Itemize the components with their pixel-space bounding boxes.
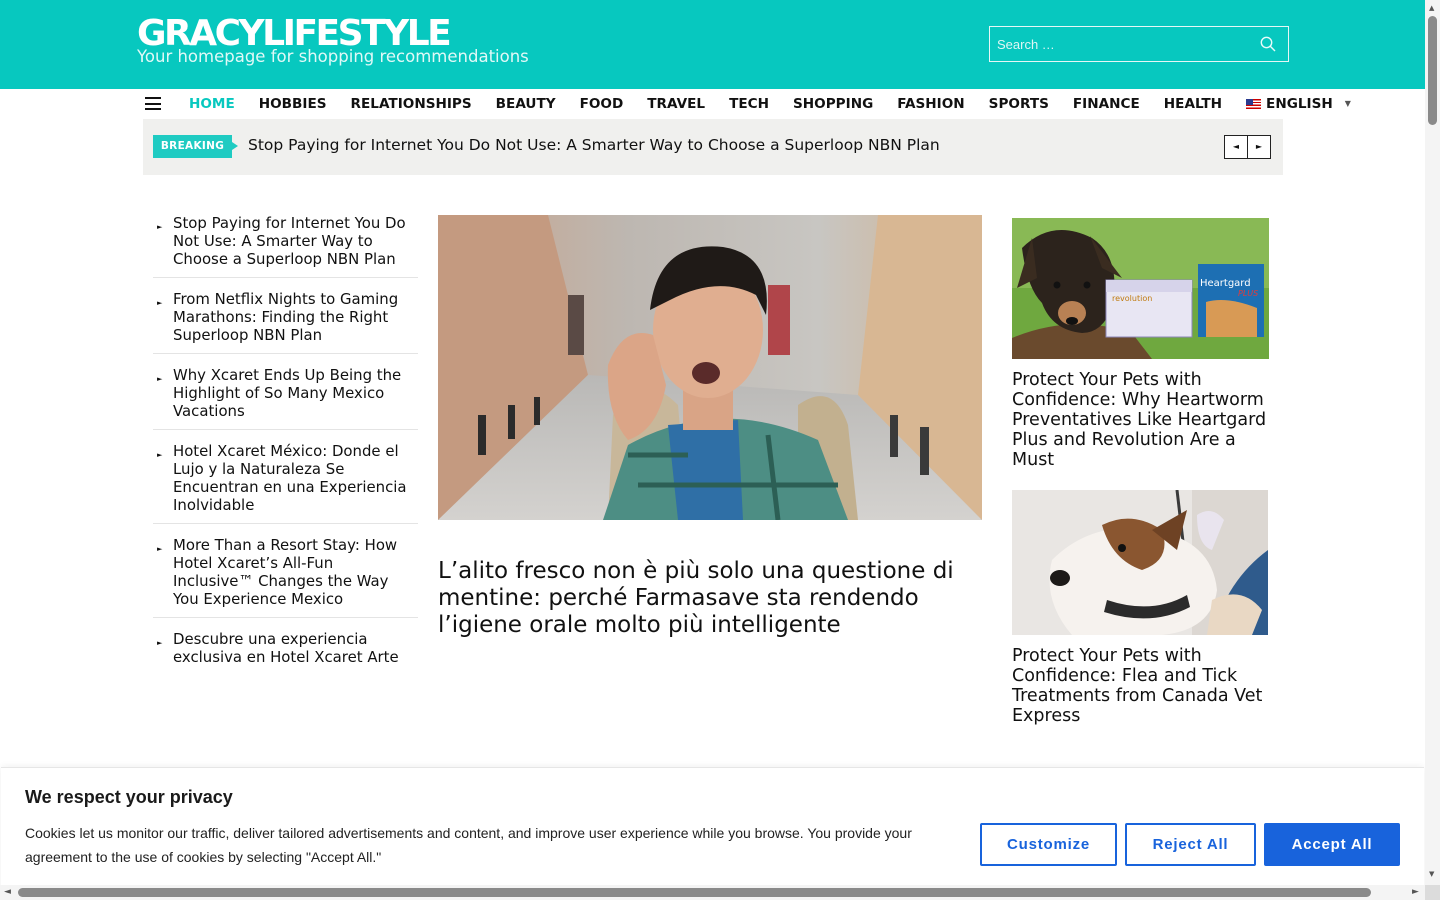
scroll-right-icon[interactable]: ► xyxy=(1412,887,1419,897)
arrow-right-icon: ► xyxy=(157,299,163,307)
cookie-text: Cookies let us monitor our traffic, deli… xyxy=(25,825,912,865)
nav-items: HOME HOBBIES RELATIONSHIPS BEAUTY FOOD T… xyxy=(189,89,1375,119)
list-item-title[interactable]: Stop Paying for Internet You Do Not Use:… xyxy=(173,214,406,268)
arrow-right-icon: ► xyxy=(157,451,163,459)
breaking-headline[interactable]: Stop Paying for Internet You Do Not Use:… xyxy=(248,136,940,154)
customize-button[interactable]: Customize xyxy=(980,823,1117,866)
nav-item-hobbies[interactable]: HOBBIES xyxy=(259,89,327,119)
horizontal-scroll-thumb[interactable] xyxy=(18,888,1371,897)
search-box xyxy=(989,26,1289,62)
list-item[interactable]: ► Stop Paying for Internet You Do Not Use… xyxy=(153,212,418,278)
breaking-news-bar: BREAKING Stop Paying for Internet You Do… xyxy=(143,119,1283,175)
nav-item-relationships[interactable]: RELATIONSHIPS xyxy=(351,89,472,119)
scroll-left-icon[interactable]: ◄ xyxy=(4,887,11,897)
site-header: GRACYLIFESTYLE Your homepage for shoppin… xyxy=(0,0,1425,89)
nav-item-home[interactable]: HOME xyxy=(189,89,235,119)
nav-item-tech[interactable]: TECH xyxy=(729,89,769,119)
search-input[interactable] xyxy=(990,27,1250,61)
vertical-scroll-thumb[interactable] xyxy=(1428,16,1437,125)
list-item[interactable]: ► More Than a Resort Stay: How Hotel Xcar… xyxy=(153,534,418,618)
list-item-title[interactable]: More Than a Resort Stay: How Hotel Xcare… xyxy=(173,536,397,608)
list-item[interactable]: ► From Netflix Nights to Gaming Marathons… xyxy=(153,288,418,354)
list-item[interactable]: ► Descubre una experiencia exclusiva en H… xyxy=(153,628,418,675)
reject-all-button[interactable]: Reject All xyxy=(1125,823,1256,866)
us-flag-icon xyxy=(1246,99,1262,109)
nav-item-beauty[interactable]: BEAUTY xyxy=(496,89,556,119)
page: { "brand": { "logo_part1": "GRACY", "log… xyxy=(0,0,1440,900)
main-nav: HOME HOBBIES RELATIONSHIPS BEAUTY FOOD T… xyxy=(0,89,1425,119)
card-title-flea-tick[interactable]: Protect Your Pets with Confidence: Flea … xyxy=(1012,646,1272,726)
accept-all-button[interactable]: Accept All xyxy=(1264,823,1400,866)
list-item-title[interactable]: Hotel Xcaret México: Donde el Lujo y la … xyxy=(173,442,407,514)
list-item-title[interactable]: Why Xcaret Ends Up Being the Highlight o… xyxy=(173,366,401,420)
nav-item-fashion[interactable]: FASHION xyxy=(897,89,964,119)
breaking-badge: BREAKING xyxy=(153,135,238,158)
list-item-title[interactable]: From Netflix Nights to Gaming Marathons:… xyxy=(173,290,398,344)
nav-item-travel[interactable]: TRAVEL xyxy=(647,89,705,119)
card-title-heartworm[interactable]: Protect Your Pets with Confidence: Why H… xyxy=(1012,370,1272,470)
plus-label: PLUS xyxy=(1238,289,1258,298)
horizontal-scrollbar[interactable]: ◄ ► xyxy=(0,885,1425,900)
arrow-right-icon: ► xyxy=(157,545,163,553)
cookie-consent-banner: We respect your privacy Cookies let us m… xyxy=(1,767,1424,900)
card-image-heartworm[interactable]: revolution Heartgard PLUS xyxy=(1012,218,1269,359)
nav-item-finance[interactable]: FINANCE xyxy=(1073,89,1140,119)
language-label: ENGLISH xyxy=(1266,96,1333,112)
card-image-flea-tick[interactable] xyxy=(1012,490,1268,635)
list-item-title[interactable]: Descubre una experiencia exclusiva en Ho… xyxy=(173,630,399,666)
site-tagline: Your homepage for shopping recommendatio… xyxy=(137,47,529,66)
chevron-down-icon: ▼ xyxy=(1344,99,1351,108)
vertical-scrollbar[interactable]: ▲ ▼ xyxy=(1425,0,1440,885)
language-selector[interactable]: ENGLISH ▼ xyxy=(1246,89,1351,119)
nav-item-food[interactable]: FOOD xyxy=(580,89,624,119)
breaking-prev-button[interactable]: ◄ xyxy=(1224,135,1248,159)
nav-item-health[interactable]: HEALTH xyxy=(1164,89,1222,119)
arrow-right-icon: ► xyxy=(157,375,163,383)
feature-title[interactable]: L’alito fresco non è più solo una questi… xyxy=(438,558,988,639)
list-item[interactable]: ► Hotel Xcaret México: Donde el Lujo y la… xyxy=(153,440,418,524)
hamburger-menu-icon[interactable] xyxy=(145,97,161,110)
search-icon[interactable] xyxy=(1260,36,1276,52)
scroll-up-icon[interactable]: ▲ xyxy=(1429,4,1434,12)
nav-item-shopping[interactable]: SHOPPING xyxy=(793,89,873,119)
scrollbar-corner xyxy=(1425,885,1440,900)
recent-posts-list: ► Stop Paying for Internet You Do Not Use… xyxy=(153,212,418,685)
heartgard-label: Heartgard xyxy=(1200,278,1251,289)
cookie-title: We respect your privacy xyxy=(25,787,233,807)
revolution-label: revolution xyxy=(1112,294,1152,303)
list-item[interactable]: ► Why Xcaret Ends Up Being the Highlight … xyxy=(153,364,418,430)
feature-image[interactable] xyxy=(438,215,982,520)
breaking-next-button[interactable]: ► xyxy=(1247,135,1271,159)
nav-item-sports[interactable]: SPORTS xyxy=(989,89,1049,119)
arrow-right-icon: ► xyxy=(157,639,163,647)
arrow-right-icon: ► xyxy=(157,223,163,231)
scroll-down-icon[interactable]: ▼ xyxy=(1429,870,1434,878)
